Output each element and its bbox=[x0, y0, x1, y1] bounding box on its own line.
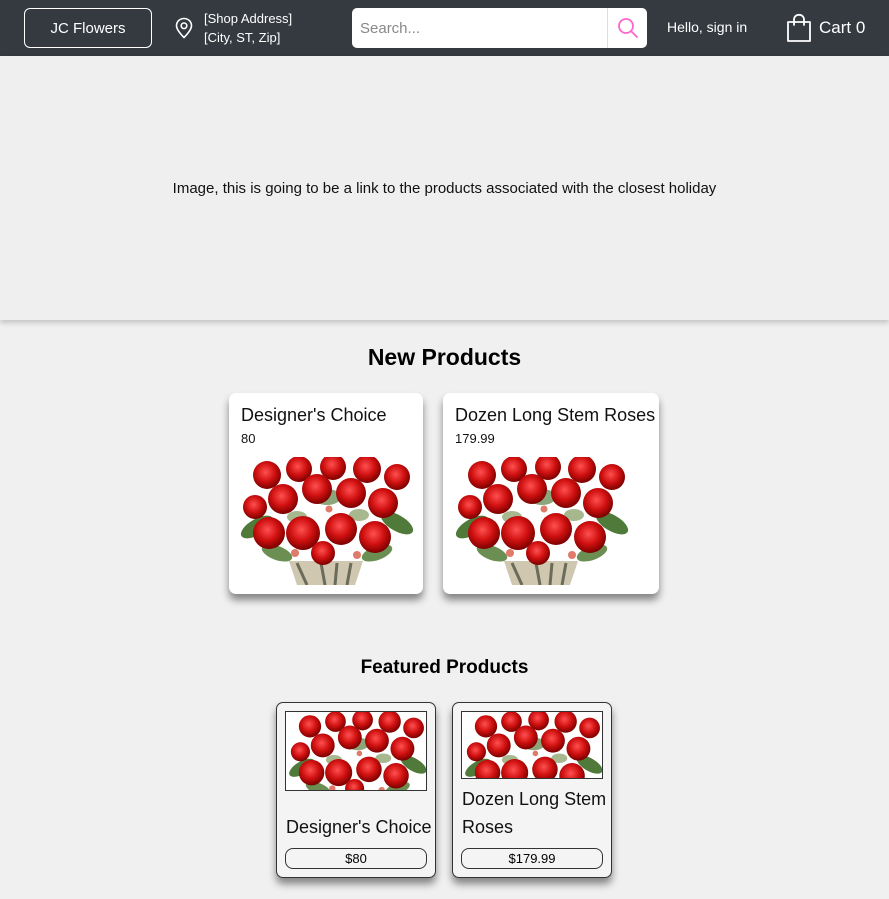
product-name: Designer's Choice bbox=[286, 817, 432, 837]
location-pin-icon bbox=[175, 17, 193, 39]
price-button[interactable]: $80 bbox=[285, 848, 427, 869]
search-bar bbox=[352, 8, 647, 48]
address-line-2: [City, ST, Zip] bbox=[204, 30, 281, 45]
product-image-frame bbox=[285, 711, 427, 791]
rose-bouquet-image bbox=[452, 457, 630, 585]
product-price: 179.99 bbox=[455, 431, 495, 446]
shopping-bag-icon bbox=[787, 13, 811, 42]
new-products-title: New Products bbox=[367, 344, 522, 370]
rose-bouquet-image bbox=[462, 712, 602, 778]
new-product-card[interactable]: Designer's Choice 80 bbox=[229, 393, 423, 594]
new-product-card[interactable]: Dozen Long Stem Roses 179.99 bbox=[443, 393, 659, 594]
featured-product-card[interactable]: Designer's Choice $80 bbox=[276, 702, 436, 878]
sign-in-link[interactable]: Hello, sign in bbox=[667, 19, 747, 35]
product-name: Dozen Long Stem Roses bbox=[462, 789, 607, 837]
product-name: Dozen Long Stem Roses bbox=[455, 405, 656, 425]
search-input[interactable] bbox=[352, 8, 607, 48]
brand-button[interactable]: JC Flowers bbox=[24, 8, 152, 48]
holiday-hero-banner[interactable]: Image, this is going to be a link to the… bbox=[0, 56, 889, 320]
cart-button[interactable]: Cart 0 bbox=[786, 13, 865, 43]
rose-bouquet-image bbox=[237, 457, 415, 585]
price-button[interactable]: $179.99 bbox=[461, 848, 603, 869]
featured-product-card[interactable]: Dozen Long Stem Roses $179.99 bbox=[452, 702, 612, 878]
search-icon bbox=[617, 18, 638, 38]
rose-bouquet-image bbox=[286, 712, 426, 790]
product-name: Designer's Choice bbox=[241, 405, 387, 425]
hero-text: Image, this is going to be a link to the… bbox=[172, 179, 717, 197]
shop-address[interactable]: [Shop Address] [City, ST, Zip] bbox=[174, 9, 292, 47]
search-button[interactable] bbox=[607, 8, 647, 48]
address-line-1: [Shop Address] bbox=[204, 11, 293, 26]
product-price: 80 bbox=[241, 431, 256, 446]
product-image-frame bbox=[461, 711, 603, 779]
top-navbar: JC Flowers [Shop Address] [City, ST, Zip… bbox=[0, 0, 889, 56]
cart-label: Cart bbox=[819, 18, 852, 37]
featured-products-title: Featured Products bbox=[360, 657, 529, 678]
cart-count: 0 bbox=[855, 18, 866, 37]
